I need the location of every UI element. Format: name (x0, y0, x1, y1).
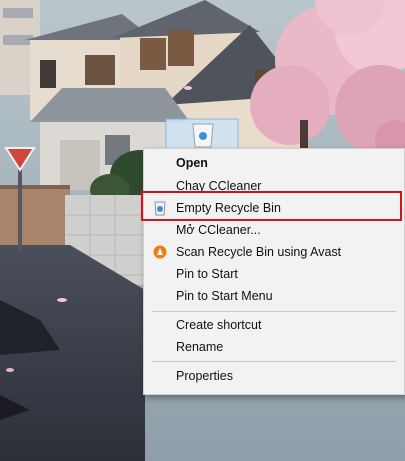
recycle-bin-icon[interactable] (165, 118, 239, 150)
menu-separator (152, 361, 396, 362)
menu-item-label: Rename (176, 340, 224, 354)
menu-item-rename[interactable]: Rename (144, 336, 404, 358)
menu-item-label: Pin to Start Menu (176, 289, 273, 303)
menu-item-open[interactable]: Open (144, 152, 404, 174)
menu-item-properties[interactable]: Properties (144, 365, 404, 387)
menu-item-avast-scan[interactable]: Scan Recycle Bin using Avast (144, 241, 404, 263)
menu-item-label: Pin to Start (176, 267, 238, 281)
menu-separator (152, 311, 396, 312)
menu-item-open-ccleaner[interactable]: Mở CCleaner... (144, 219, 404, 241)
context-menu: Open Chạy CCleaner Empty Recycle Bin Mở … (143, 148, 405, 395)
menu-item-label: Properties (176, 369, 233, 383)
highlight-box (141, 191, 402, 221)
menu-item-pin-to-start[interactable]: Pin to Start (144, 263, 404, 285)
menu-item-label: Mở CCleaner... (176, 223, 261, 237)
avast-icon (152, 244, 168, 260)
menu-item-label: Scan Recycle Bin using Avast (176, 245, 342, 259)
menu-item-label: Open (176, 156, 208, 170)
menu-item-pin-to-start-menu[interactable]: Pin to Start Menu (144, 285, 404, 307)
menu-item-create-shortcut[interactable]: Create shortcut (144, 314, 404, 336)
menu-item-label: Create shortcut (176, 318, 262, 332)
